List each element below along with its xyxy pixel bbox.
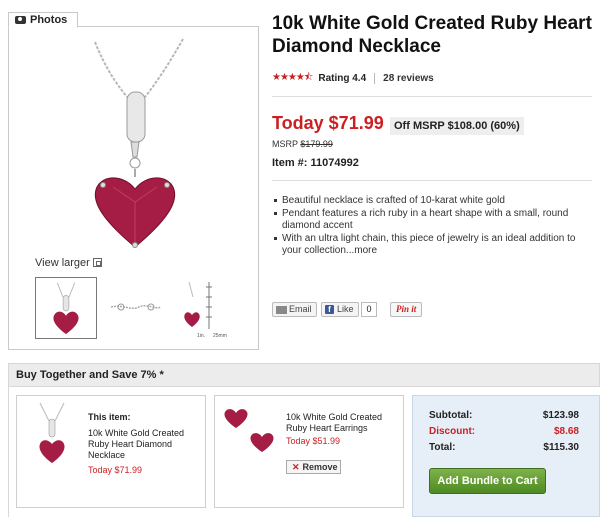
off-msrp-badge: Off MSRP $108.00 (60%) bbox=[390, 117, 524, 135]
photos-panel: View larger 1in. 25mm bbox=[8, 26, 259, 350]
total-row: Total: $115.30 bbox=[429, 442, 579, 453]
msrp-value: $179.99 bbox=[300, 139, 333, 149]
bundle-header: Buy Together and Save 7% * bbox=[8, 363, 600, 387]
more-link[interactable]: more bbox=[354, 245, 377, 256]
list-item-text: With an ultra light chain, this piece of… bbox=[282, 233, 576, 256]
bundle-necklace-image[interactable] bbox=[30, 401, 74, 467]
divider bbox=[272, 96, 592, 97]
msrp: MSRP $179.99 bbox=[272, 139, 333, 149]
rating-row: ★★★★⯪ Rating 4.4 28 reviews bbox=[272, 70, 434, 87]
subtotal-value: $123.98 bbox=[542, 410, 579, 421]
thumbnail-pendant[interactable] bbox=[35, 277, 97, 339]
subtotal-row: Subtotal: $123.98 bbox=[429, 410, 579, 421]
discount-row: Discount: $8.68 bbox=[429, 426, 579, 437]
remove-label: Remove bbox=[302, 462, 338, 472]
view-larger-label: View larger bbox=[35, 257, 90, 269]
bundle-summary: Subtotal: $123.98 Discount: $8.68 Total:… bbox=[412, 395, 600, 517]
item-number: Item #: 11074992 bbox=[272, 157, 359, 169]
camera-icon bbox=[15, 16, 26, 24]
like-label: Like bbox=[337, 304, 354, 314]
close-icon: ✕ bbox=[292, 462, 300, 472]
discount-label: Discount: bbox=[429, 426, 476, 437]
this-item-label: This item: bbox=[88, 412, 131, 422]
feature-list: Beautiful necklace is crafted of 10-kara… bbox=[272, 195, 592, 258]
thumb-dim-h: 25mm bbox=[213, 333, 227, 339]
email-icon bbox=[276, 305, 287, 314]
product-title: 10k White Gold Created Ruby Heart Diamon… bbox=[272, 13, 592, 57]
thumbnail-dimensions[interactable]: 1in. 25mm bbox=[175, 277, 237, 339]
facebook-icon: f bbox=[325, 305, 334, 314]
email-button[interactable]: Email bbox=[272, 302, 317, 317]
bundle-item2-text: 10k White Gold Created Ruby Heart Earrin… bbox=[286, 412, 396, 447]
tab-photos[interactable]: Photos bbox=[8, 12, 78, 28]
view-larger-link[interactable]: View larger bbox=[35, 257, 102, 269]
discount-value: $8.68 bbox=[553, 426, 579, 437]
list-item: Pendant features a rich ruby in a heart … bbox=[272, 208, 592, 232]
bundle-item2-name[interactable]: 10k White Gold Created Ruby Heart Earrin… bbox=[286, 412, 382, 433]
divider bbox=[272, 180, 592, 181]
main-product-image[interactable] bbox=[65, 37, 205, 262]
like-count: 0 bbox=[361, 302, 377, 317]
like-button[interactable]: f Like bbox=[321, 302, 359, 317]
add-bundle-to-cart-button[interactable]: Add Bundle to Cart bbox=[429, 468, 546, 494]
list-item: Beautiful necklace is crafted of 10-kara… bbox=[272, 195, 592, 207]
remove-button[interactable]: ✕ Remove bbox=[286, 460, 341, 474]
rating-label: Rating 4.4 bbox=[318, 73, 367, 84]
pinit-button[interactable]: Pin it bbox=[390, 302, 423, 317]
msrp-label: MSRP bbox=[272, 139, 298, 149]
today-price: Today $71.99 bbox=[272, 113, 384, 133]
total-value: $115.30 bbox=[543, 442, 579, 453]
enlarge-icon bbox=[92, 258, 102, 267]
thumbnail-chain[interactable] bbox=[105, 277, 167, 339]
list-item: With an ultra light chain, this piece of… bbox=[272, 233, 592, 257]
bundle-item1-text: This item: 10k White Gold Created Ruby H… bbox=[88, 412, 198, 476]
bundle-earrings-image[interactable] bbox=[220, 404, 278, 454]
divider bbox=[374, 73, 376, 84]
thumb-dim-w: 1in. bbox=[197, 333, 205, 339]
email-label: Email bbox=[289, 304, 312, 314]
subtotal-label: Subtotal: bbox=[429, 410, 473, 421]
photos-tab-label: Photos bbox=[30, 14, 68, 26]
reviews-link[interactable]: 28 reviews bbox=[383, 73, 434, 84]
rating-stars-icon[interactable]: ★★★★⯪ bbox=[272, 70, 313, 87]
bundle-item2-price: Today $51.99 bbox=[286, 436, 341, 446]
bundle-item1-name[interactable]: 10k White Gold Created Ruby Heart Diamon… bbox=[88, 428, 184, 460]
bundle-item1-price: Today $71.99 bbox=[88, 465, 143, 475]
total-label: Total: bbox=[429, 442, 456, 453]
